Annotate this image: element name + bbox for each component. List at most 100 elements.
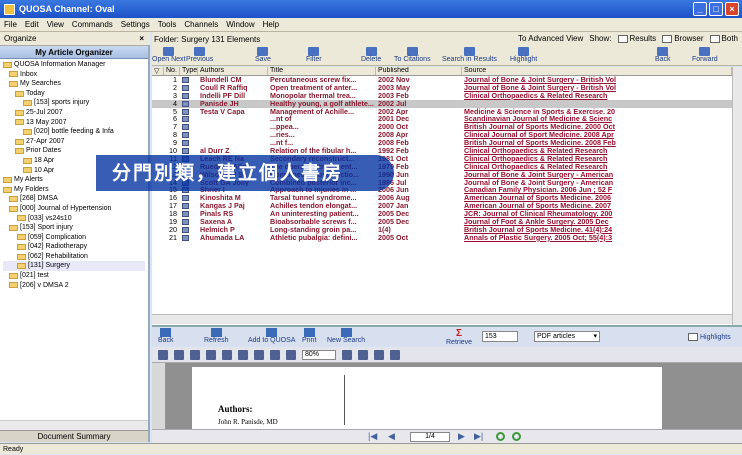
email-icon[interactable]: [190, 349, 200, 360]
tree-item[interactable]: QUOSA Information Manager: [3, 60, 145, 70]
row-source-link[interactable]: Annals of Plastic Surgery. 2005 Oct; 55(…: [462, 234, 732, 242]
select-text-icon[interactable]: [238, 349, 248, 360]
prev-page-icon[interactable]: ◀: [388, 431, 395, 442]
rotate-icon[interactable]: [358, 349, 368, 360]
tree-item[interactable]: [033] vs24s10: [3, 214, 145, 224]
column-header-source[interactable]: Source: [462, 67, 732, 75]
row-source-link[interactable]: Clinical Journal of Sport Medicine. 2008…: [462, 131, 732, 139]
row-source-link[interactable]: Journal of Foot & Ankle Surgery. 2005 De…: [462, 218, 732, 226]
row-source-link[interactable]: Journal of Bone & Joint Surgery - Americ…: [462, 179, 732, 187]
table-row[interactable]: 4 Panisde JH Healthy young, a golf athlete…: [152, 99, 732, 108]
row-source-link[interactable]: British Journal of Sports Medicine. 41(4…: [462, 226, 732, 234]
forward-button[interactable]: Forward: [692, 47, 718, 63]
tree-item[interactable]: [021] test: [3, 271, 145, 281]
zoom-icon[interactable]: [270, 349, 280, 360]
results-toggle[interactable]: Results: [617, 34, 656, 43]
tree-item[interactable]: [153] Sport injury: [3, 223, 145, 233]
row-source-link[interactable]: Journal of Bone & Joint Surgery - Americ…: [462, 171, 732, 179]
browser-back-button[interactable]: Back: [158, 328, 174, 344]
column-header-authors[interactable]: Authors: [198, 67, 268, 75]
row-source-link[interactable]: Canadian Family Physician. 2006 Jun ; 52…: [462, 186, 732, 194]
table-row[interactable]: 16 Kinoshita M Tarsal tunnel syndrome... 20…: [152, 194, 732, 202]
delete-button[interactable]: Delete: [361, 47, 381, 63]
row-source-link[interactable]: Clinical Orthopaedics & Related Research: [462, 92, 732, 100]
table-row[interactable]: 2 Coull R Raffiq Open treatment of anter..…: [152, 84, 732, 92]
new-search-button[interactable]: New Search: [327, 328, 365, 344]
filter-button[interactable]: Filter: [306, 47, 322, 63]
row-source-link[interactable]: British Journal of Sports Medicine. 2008…: [462, 139, 732, 147]
column-header-title[interactable]: Title: [268, 67, 376, 75]
row-source-link[interactable]: Clinical Orthopaedics & Related Research: [462, 155, 732, 163]
to-citations-button[interactable]: To Citations: [394, 47, 431, 63]
table-row[interactable]: 10 al Durr Z Relation of the fibular h... 1…: [152, 147, 732, 155]
row-source-link[interactable]: Journal of Bone & Joint Surgery - Britis…: [462, 76, 732, 84]
results-horizontal-scrollbar[interactable]: [152, 314, 732, 324]
article-type-select[interactable]: PDF articles ▾: [534, 331, 600, 342]
menu-commands[interactable]: Commands: [72, 20, 113, 29]
table-row[interactable]: 5 Testa V Capa Management of Achille... 200…: [152, 108, 732, 116]
table-row[interactable]: 20 Helmich P Long-standing groin pa... 1(4)…: [152, 226, 732, 234]
back-view-icon[interactable]: [496, 432, 505, 441]
fit-page-icon[interactable]: [286, 349, 296, 360]
comment-icon[interactable]: [390, 349, 400, 360]
first-page-icon[interactable]: |◀: [368, 431, 377, 442]
open-next-button[interactable]: Open Next: [152, 47, 185, 63]
table-row[interactable]: 17 Kangas J Paj Achilles tendon elongat...…: [152, 202, 732, 210]
tree-horizontal-scrollbar[interactable]: [0, 420, 148, 430]
both-toggle[interactable]: Both: [709, 34, 738, 43]
sign-icon[interactable]: [374, 349, 384, 360]
tree-item[interactable]: 27-Apr 2007: [3, 137, 145, 147]
advanced-view-link[interactable]: To Advanced View: [518, 34, 583, 43]
highlight-button[interactable]: Highlight: [510, 47, 537, 63]
tree-item[interactable]: [153] sports injury: [3, 98, 145, 108]
pdf-side-strip[interactable]: [152, 363, 166, 429]
search-in-results-button[interactable]: Search in Results: [442, 47, 497, 63]
table-row[interactable]: 6 ...nt of 2001 Dec Scandinavian Journal of…: [152, 115, 732, 123]
next-page-icon[interactable]: ▶: [458, 431, 465, 442]
row-source-link[interactable]: American Journal of Sports Medicine. 200…: [462, 202, 732, 210]
print-icon[interactable]: [174, 349, 184, 360]
minimize-button[interactable]: _: [693, 2, 707, 16]
table-row[interactable]: 18 Pinals RS An uninteresting patient... 20…: [152, 210, 732, 218]
row-source-link[interactable]: American Journal of Sports Medicine. 200…: [462, 194, 732, 202]
print-button[interactable]: Print: [302, 328, 316, 344]
close-button[interactable]: ×: [725, 2, 739, 16]
table-row[interactable]: 8 ...ries... 2008 Apr Clinical Journal of S…: [152, 131, 732, 139]
zoom-in-icon[interactable]: [342, 349, 352, 360]
tree-item-selected[interactable]: [131] Surgery: [3, 261, 145, 272]
save-icon[interactable]: [158, 349, 168, 360]
forward-view-icon[interactable]: [512, 432, 521, 441]
last-page-icon[interactable]: ▶|: [474, 431, 483, 442]
menu-help[interactable]: Help: [263, 20, 279, 29]
menu-file[interactable]: File: [4, 20, 17, 29]
tree-item[interactable]: [206] v DMSA 2: [3, 281, 145, 291]
add-to-quosa-button[interactable]: Add to QUOSA: [248, 328, 295, 344]
tree-item[interactable]: Today: [3, 89, 145, 99]
menu-view[interactable]: View: [47, 20, 64, 29]
tree-item[interactable]: [020] bottle feeding & Infa: [3, 127, 145, 137]
row-source-link[interactable]: Medicine & Science in Sports & Exercise.…: [462, 108, 732, 116]
snapshot-icon[interactable]: [254, 349, 264, 360]
tree-item[interactable]: [062] Rehabilitation: [3, 252, 145, 262]
results-vertical-scrollbar[interactable]: [732, 67, 742, 325]
table-row[interactable]: 9 ...nt f... 2008 Feb British Journal of Sp…: [152, 139, 732, 147]
tree-item[interactable]: My Searches: [3, 79, 145, 89]
browser-toggle[interactable]: Browser: [662, 34, 704, 43]
table-row[interactable]: 1 Blundell CM Percutaneous screw fix... 200…: [152, 76, 732, 84]
hand-tool-icon[interactable]: [222, 349, 232, 360]
table-row[interactable]: 19 Saxena A Bioabsorbable screws f... 2005 …: [152, 218, 732, 226]
filter-column-header[interactable]: ▽: [152, 67, 164, 75]
row-source-link[interactable]: Journal of Bone & Joint Surgery - Britis…: [462, 84, 732, 92]
table-row[interactable]: 21 Ahumada LA Athletic pubalgia: defini...…: [152, 234, 732, 242]
tree-item[interactable]: [042] Radiotherapy: [3, 242, 145, 252]
tree-item[interactable]: 13 May 2007: [3, 118, 145, 128]
menu-tools[interactable]: Tools: [158, 20, 177, 29]
retrieve-button[interactable]: Σ Retrieve: [446, 328, 472, 346]
column-header-no[interactable]: No.: [164, 67, 180, 75]
menu-settings[interactable]: Settings: [121, 20, 150, 29]
tree-item[interactable]: 25-Jul 2007: [3, 108, 145, 118]
menu-window[interactable]: Window: [226, 20, 254, 29]
highlights-toggle[interactable]: Highlights: [688, 333, 731, 341]
menu-edit[interactable]: Edit: [25, 20, 39, 29]
back-button[interactable]: Back: [655, 47, 671, 63]
